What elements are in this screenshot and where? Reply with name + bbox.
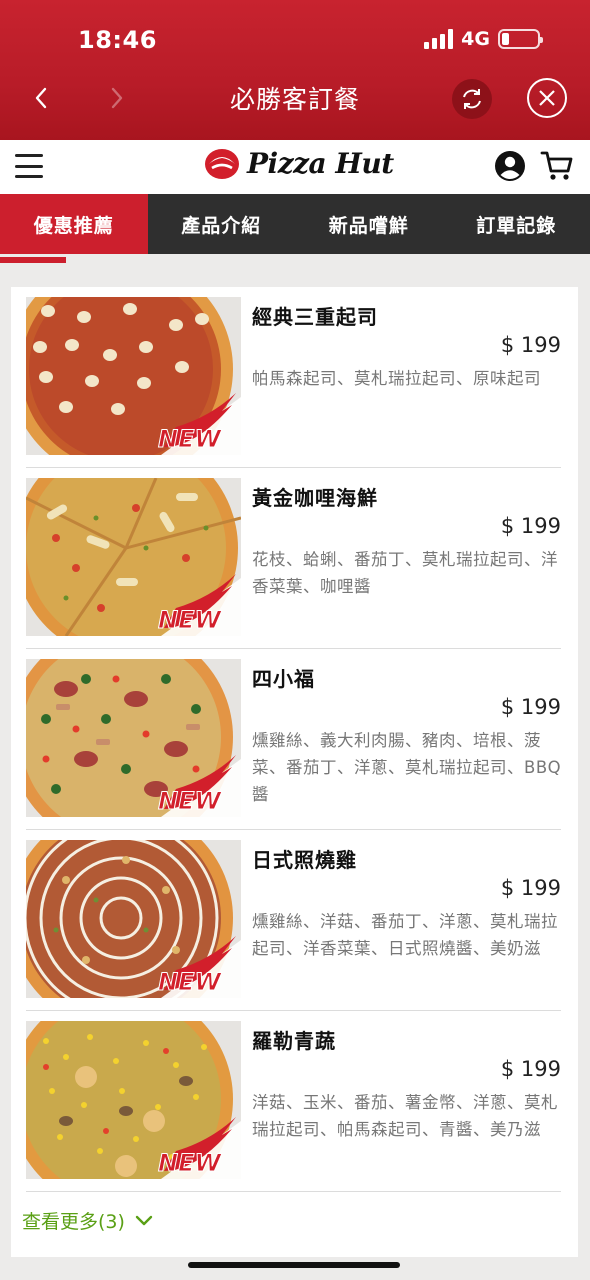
chevron-down-icon — [135, 1215, 153, 1225]
logo-text: Pizza Hut — [247, 146, 394, 180]
battery-level — [502, 33, 509, 45]
network-label: 4G — [461, 28, 490, 50]
product-image[interactable]: NEW — [26, 478, 241, 636]
page-title: 必勝客訂餐 — [229, 85, 360, 114]
product-name: 日式照燒雞 — [252, 848, 357, 872]
chevron-left-icon — [35, 87, 47, 109]
product-item[interactable]: NEW 黃金咖哩海鮮 $ 199 花枝、蛤蜊、番茄丁、莫札瑞拉起司、洋香菜葉、咖… — [26, 468, 561, 649]
close-button[interactable] — [527, 78, 567, 118]
product-badge: NEW — [158, 968, 222, 996]
hamburger-menu-icon[interactable] — [15, 154, 43, 178]
refresh-button[interactable] — [452, 79, 492, 119]
product-price: $ 199 — [500, 333, 561, 357]
cart-icon[interactable] — [540, 150, 574, 186]
chevron-right-icon — [111, 87, 123, 109]
back-button[interactable] — [26, 80, 56, 116]
product-badge: NEW — [158, 1149, 222, 1177]
status-indicators: 4G — [424, 28, 543, 50]
product-badge: NEW — [158, 606, 222, 634]
product-description: 燻雞絲、洋菇、番茄丁、洋蔥、莫札瑞拉起司、洋香菜葉、日式照燒醬、美奶滋 — [252, 912, 558, 958]
product-price: $ 199 — [500, 514, 561, 538]
product-price: $ 199 — [500, 1057, 561, 1081]
product-name: 黃金咖哩海鮮 — [252, 486, 378, 510]
product-item[interactable]: NEW 經典三重起司 $ 199 帕馬森起司、莫札瑞拉起司、原味起司 — [26, 287, 561, 468]
product-name: 四小福 — [252, 667, 315, 691]
app-top-bar: 18:46 4G 必勝客訂餐 — [0, 0, 590, 140]
product-list: NEW 經典三重起司 $ 199 帕馬森起司、莫札瑞拉起司、原味起司 NEW 黃… — [11, 287, 578, 1257]
product-item[interactable]: NEW 四小福 $ 199 燻雞絲、義大利肉腸、豬肉、培根、菠菜、番茄丁、洋蔥、… — [26, 649, 561, 830]
product-image[interactable]: NEW — [26, 840, 241, 998]
tab-promotions[interactable]: 優惠推薦 — [0, 194, 148, 254]
product-description: 燻雞絲、義大利肉腸、豬肉、培根、菠菜、番茄丁、洋蔥、莫札瑞拉起司、BBQ醬 — [252, 731, 562, 804]
product-description: 花枝、蛤蜊、番茄丁、莫札瑞拉起司、洋香菜葉、咖哩醬 — [252, 550, 558, 596]
close-icon — [539, 90, 555, 106]
forward-button[interactable] — [102, 80, 132, 116]
category-tabs: 優惠推薦 產品介紹 新品嚐鮮 訂單記錄 — [0, 194, 590, 254]
product-description: 洋菇、玉米、番茄、薯金幣、洋蔥、莫札瑞拉起司、帕馬森起司、青醬、美乃滋 — [252, 1093, 558, 1139]
account-icon[interactable] — [494, 150, 526, 186]
product-item[interactable]: NEW 日式照燒雞 $ 199 燻雞絲、洋菇、番茄丁、洋蔥、莫札瑞拉起司、洋香菜… — [26, 830, 561, 1011]
status-time: 18:46 — [78, 26, 157, 54]
battery-icon — [498, 29, 543, 49]
product-price: $ 199 — [500, 876, 561, 900]
product-description: 帕馬森起司、莫札瑞拉起司、原味起司 — [252, 369, 541, 388]
product-price: $ 199 — [500, 695, 561, 719]
product-name: 羅勒青蔬 — [252, 1029, 336, 1053]
refresh-icon — [463, 89, 481, 109]
see-more-label: 查看更多(3) — [22, 1211, 125, 1233]
product-image[interactable]: NEW — [26, 297, 241, 455]
product-name: 經典三重起司 — [252, 305, 378, 329]
tab-scroll-indicator — [0, 257, 66, 263]
home-indicator[interactable] — [188, 1262, 400, 1268]
tab-products[interactable]: 產品介紹 — [148, 194, 296, 254]
product-image[interactable]: NEW — [26, 659, 241, 817]
signal-icon — [424, 29, 454, 49]
tab-order-history[interactable]: 訂單記錄 — [443, 194, 590, 254]
product-badge: NEW — [158, 787, 222, 815]
product-item[interactable]: NEW 羅勒青蔬 $ 199 洋菇、玉米、番茄、薯金幣、洋蔥、莫札瑞拉起司、帕馬… — [26, 1011, 561, 1192]
pizza-hut-logo[interactable]: Pizza Hut — [203, 146, 394, 180]
product-image[interactable]: NEW — [26, 1021, 241, 1179]
product-badge: NEW — [158, 425, 222, 453]
see-more-button[interactable]: 查看更多(3) — [22, 1207, 153, 1234]
pizza-hut-roof-icon — [205, 149, 239, 179]
tab-new-items[interactable]: 新品嚐鮮 — [295, 194, 443, 254]
